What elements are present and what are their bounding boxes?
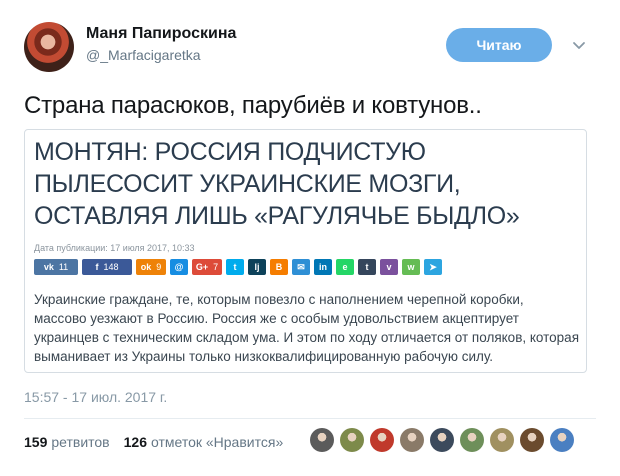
follow-button[interactable]: Читаю — [446, 28, 552, 62]
vk-icon: vk — [43, 262, 54, 272]
viber-icon: v — [386, 262, 392, 272]
telegram-share-button[interactable]: ➤ — [424, 259, 442, 275]
likes-stat[interactable]: 126 отметок «Нравится» — [124, 434, 284, 450]
article-card[interactable]: МОНТЯН: РОССИЯ ПОДЧИСТУЮ ПЫЛЕСОСИТ УКРАИ… — [24, 129, 587, 373]
facebook-share-button[interactable]: f 148 — [82, 259, 132, 275]
blogger-icon: B — [275, 262, 283, 272]
viber-share-button[interactable]: v — [380, 259, 398, 275]
liker-avatars — [310, 428, 574, 452]
share-count: 11 — [58, 262, 69, 272]
liker-avatar[interactable] — [340, 428, 364, 452]
tweet-header: Маня Папироскина @_Marfacigaretka Читаю — [24, 22, 596, 74]
liker-avatar[interactable] — [400, 428, 424, 452]
livejournal-icon: lj — [254, 262, 260, 272]
share-buttons-row: vk 11 f 148 ok 9 @ G+ 7 t lj B ✉ in e t v w ➤ — [34, 259, 442, 275]
article-excerpt: Украинские граждане, те, которым повезло… — [34, 292, 580, 364]
liker-avatar[interactable] — [520, 428, 544, 452]
odnoklassniki-share-button[interactable]: ok 9 — [136, 259, 166, 275]
whatsapp-icon: w — [407, 262, 415, 272]
author-display-name[interactable]: Маня Папироскина — [86, 25, 236, 43]
liker-avatar[interactable] — [370, 428, 394, 452]
mail-share-button[interactable]: ✉ — [292, 259, 310, 275]
evernote-share-button[interactable]: e — [336, 259, 354, 275]
liker-avatar[interactable] — [430, 428, 454, 452]
article-headline: МОНТЯН: РОССИЯ ПОДЧИСТУЮ ПЫЛЕСОСИТ УКРАИ… — [34, 138, 520, 230]
evernote-icon: e — [342, 262, 348, 272]
share-count: 148 — [103, 262, 119, 272]
tumblr-share-button[interactable]: t — [358, 259, 376, 275]
publication-date: Дата публикации: 17 июля 2017, 10:33 — [34, 243, 195, 253]
odnoklassniki-icon: ok — [140, 262, 152, 272]
retweets-count: 159 — [24, 434, 48, 450]
liker-avatar[interactable] — [310, 428, 334, 452]
moimir-icon: @ — [174, 262, 184, 272]
tweet-stats: 159 ретвитов 126 отметок «Нравится» — [24, 434, 283, 450]
linkedin-icon: in — [319, 262, 327, 272]
linkedin-share-button[interactable]: in — [314, 259, 332, 275]
chevron-down-icon[interactable] — [570, 36, 588, 54]
telegram-icon: ➤ — [429, 261, 437, 272]
livejournal-share-button[interactable]: lj — [248, 259, 266, 275]
vk-share-button[interactable]: vk 11 — [34, 259, 78, 275]
liker-avatar[interactable] — [550, 428, 574, 452]
google-plus-share-button[interactable]: G+ 7 — [192, 259, 222, 275]
likes-label: отметок «Нравится» — [150, 434, 284, 450]
twitter-share-button[interactable]: t — [226, 259, 244, 275]
twitter-icon: t — [233, 262, 237, 272]
liker-avatar[interactable] — [460, 428, 484, 452]
liker-avatar[interactable] — [490, 428, 514, 452]
retweets-stat[interactable]: 159 ретвитов — [24, 434, 110, 450]
share-count: 9 — [156, 262, 162, 272]
likes-count: 126 — [123, 434, 147, 450]
whatsapp-share-button[interactable]: w — [402, 259, 420, 275]
mail-icon: ✉ — [297, 261, 305, 272]
divider — [24, 418, 596, 419]
author-handle[interactable]: @_Marfacigaretka — [86, 47, 201, 63]
tweet-timestamp[interactable]: 15:57 - 17 июл. 2017 г. — [24, 389, 167, 405]
tumblr-icon: t — [365, 262, 369, 272]
moimir-share-button[interactable]: @ — [170, 259, 188, 275]
facebook-icon: f — [95, 262, 99, 272]
author-avatar[interactable] — [24, 22, 74, 72]
tweet-text: Страна парасюков, парубиёв и ковтунов.. — [24, 92, 482, 119]
retweets-label: ретвитов — [51, 434, 110, 450]
share-count: 7 — [213, 262, 219, 272]
google-plus-icon: G+ — [195, 262, 209, 272]
blogger-share-button[interactable]: B — [270, 259, 288, 275]
